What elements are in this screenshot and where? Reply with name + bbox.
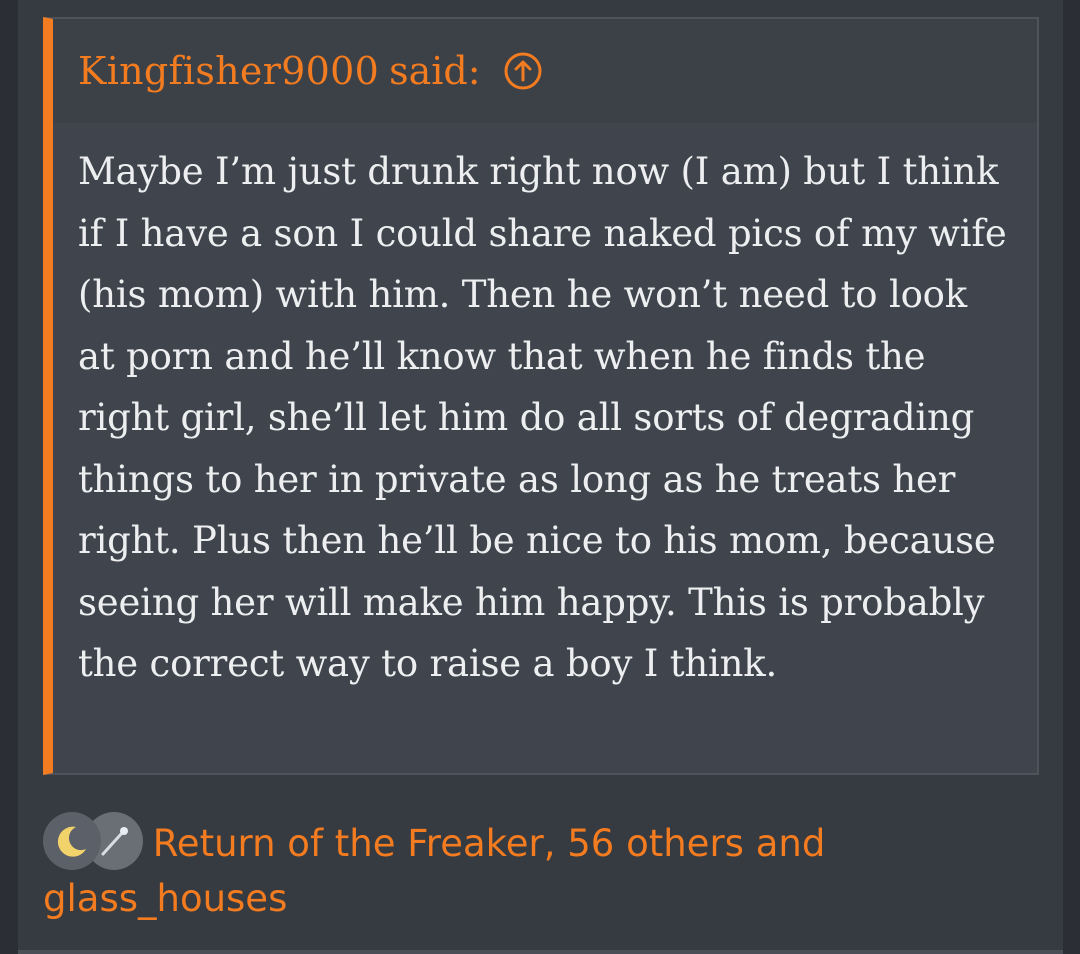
quote-header: Kingfisher9000 said: <box>53 19 1037 123</box>
post-divider <box>18 950 1063 954</box>
arrow-up-circle-icon[interactable] <box>503 51 543 91</box>
quote-author-link[interactable]: Kingfisher9000 <box>78 49 379 93</box>
reactions-bar: Return of the Freaker, 56 others and glas… <box>43 812 1033 926</box>
crescent-moon-icon <box>43 812 101 870</box>
reaction-icons[interactable] <box>43 812 143 870</box>
quote-said-label: said: <box>389 49 481 93</box>
quote-body-text: Maybe I’m just drunk right now (I am) bu… <box>78 150 1007 685</box>
quote-block: Kingfisher9000 said: Maybe I’m just drun… <box>43 17 1039 775</box>
reaction-users-link[interactable]: Return of the Freaker, 56 others and glas… <box>43 822 825 920</box>
reaction-text-part1: Return of the Freaker, 56 others and <box>152 822 826 865</box>
reaction-text-part2: glass_houses <box>43 877 288 920</box>
